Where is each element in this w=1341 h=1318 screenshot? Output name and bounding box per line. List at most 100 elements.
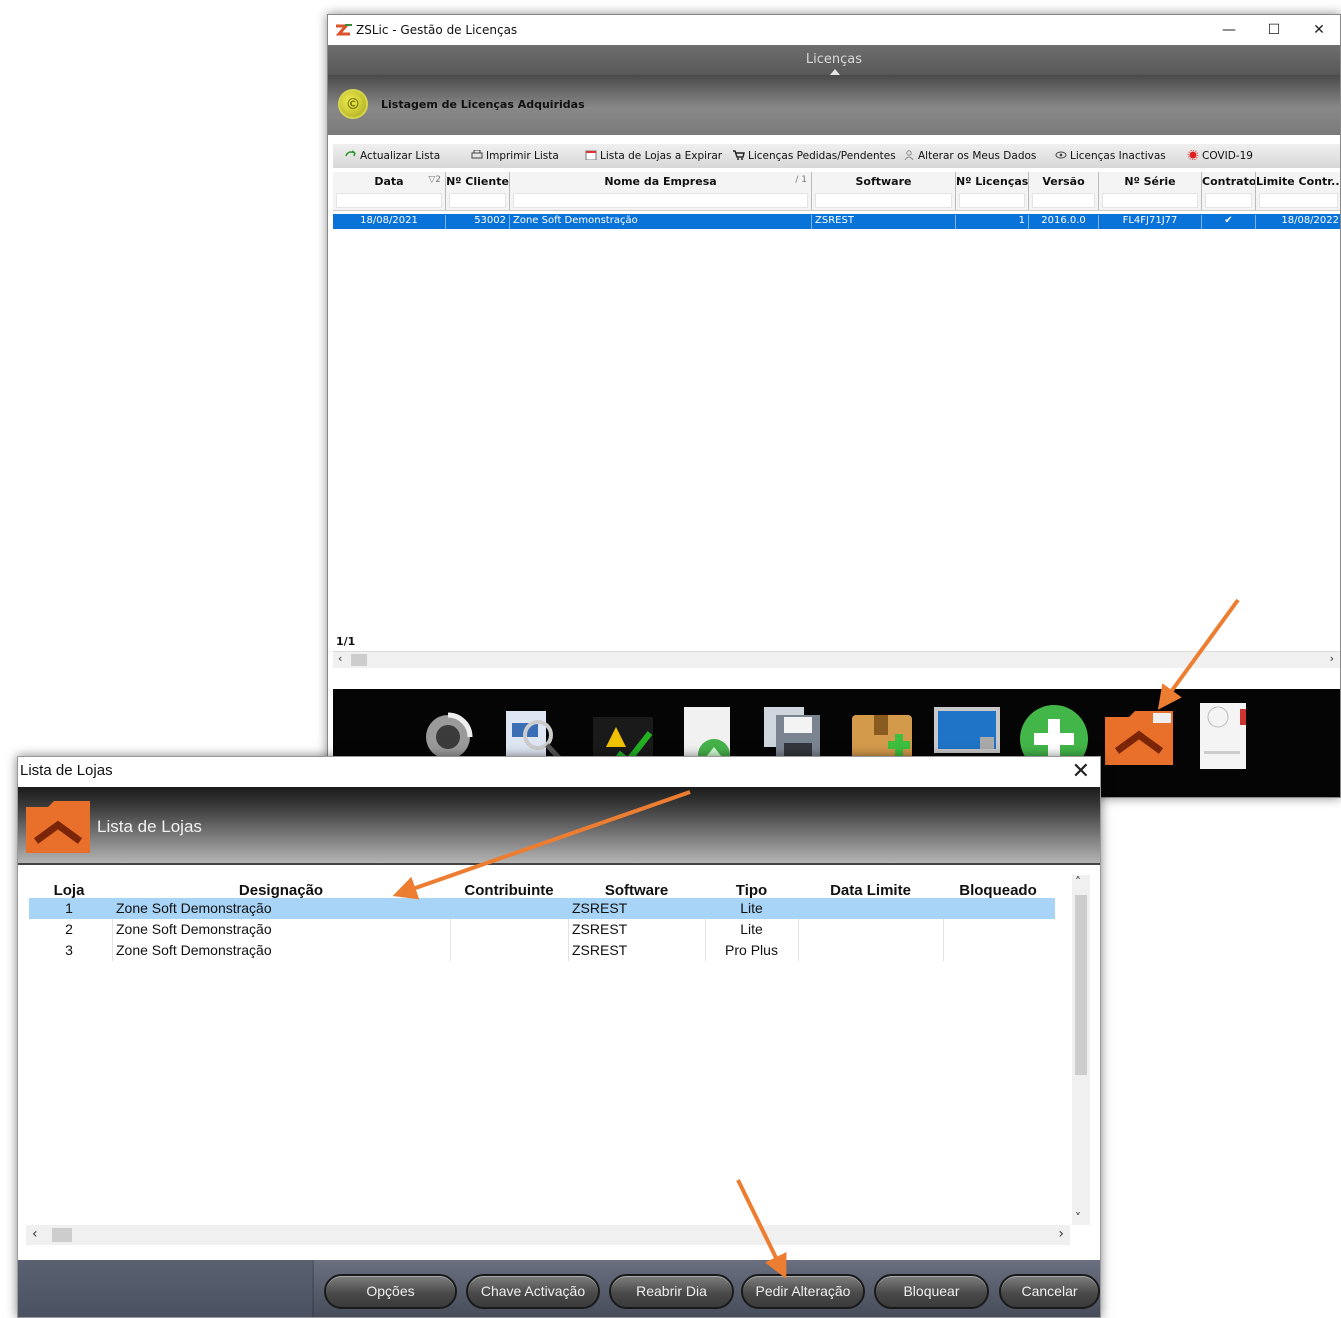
table-row[interactable]: 1 Zone Soft Demonstração ZSREST Lite: [29, 898, 1055, 919]
eye-icon: [1055, 151, 1067, 159]
column-header-tipo[interactable]: Tipo: [705, 882, 798, 899]
grid-header: Data ▽2 Nº Cliente Nome da Empresa/ 1 Sof…: [333, 172, 1340, 211]
cell-serie: FL4FJ71J77: [1099, 215, 1202, 229]
list-horizontal-scrollbar[interactable]: ‹ ›: [26, 1225, 1070, 1245]
add-icon[interactable]: [1018, 703, 1090, 763]
toolbar-label: Licenças Inactivas: [1070, 150, 1166, 162]
filter-field[interactable]: [513, 193, 808, 208]
options-button[interactable]: Opções: [324, 1274, 457, 1309]
filter-field[interactable]: [1259, 193, 1338, 208]
user-icon: [904, 150, 914, 160]
table-row[interactable]: 2 Zone Soft Demonstração ZSREST Lite: [29, 919, 1055, 940]
pending-licenses-button[interactable]: Licenças Pedidas/Pendentes: [733, 150, 896, 162]
print-list-button[interactable]: Imprimir Lista: [471, 150, 559, 162]
printer-icon: [471, 150, 483, 159]
list-vertical-scrollbar[interactable]: ˄ ˅: [1072, 875, 1090, 1225]
monitor-lock-icon[interactable]: [930, 703, 1004, 763]
banner-title: Listagem de Licenças Adquiridas: [381, 98, 585, 111]
block-button[interactable]: Bloquear: [874, 1274, 989, 1309]
refresh-icon[interactable]: [418, 703, 478, 763]
filter-field[interactable]: [1032, 193, 1095, 208]
minimize-button[interactable]: —: [1206, 15, 1252, 45]
tab-licencas[interactable]: Licenças: [328, 52, 1340, 67]
activation-key-button[interactable]: Chave Activação: [466, 1274, 600, 1309]
virus-icon: [1187, 150, 1199, 160]
filter-field[interactable]: [449, 193, 506, 208]
footer-left-pane: [18, 1260, 312, 1317]
column-header-serie[interactable]: Nº Série: [1099, 172, 1202, 210]
filter-field[interactable]: [1205, 193, 1252, 208]
expiring-stores-button[interactable]: Lista de Lojas a Expirar: [585, 150, 722, 162]
cell-software: ZSREST: [572, 921, 628, 937]
scroll-thumb[interactable]: [351, 654, 367, 666]
dialog-close-button[interactable]: ✕: [1072, 758, 1090, 784]
dialog-titlebar: Lista de Lojas ✕: [18, 757, 1100, 787]
cell-software: ZSREST: [572, 900, 628, 916]
cell-designacao: Zone Soft Demonstração: [116, 900, 272, 916]
stores-folder-icon: [26, 801, 90, 853]
page-indicator: 1/1: [336, 635, 356, 648]
licenses-banner: © Listagem de Licenças Adquiridas: [328, 75, 1340, 135]
column-header-loja[interactable]: Loja: [26, 882, 112, 899]
column-header-software[interactable]: Software: [568, 882, 705, 899]
scroll-right-icon[interactable]: ›: [1058, 1226, 1064, 1242]
request-change-button[interactable]: Pedir Alteração: [741, 1274, 865, 1309]
scroll-left-icon[interactable]: ‹: [338, 652, 342, 665]
warning-check-icon[interactable]: [588, 703, 658, 763]
column-header-limite[interactable]: Limite Contr...: [1256, 172, 1340, 210]
refresh-list-button[interactable]: Actualizar Lista: [345, 150, 440, 162]
scroll-left-icon[interactable]: ‹: [32, 1226, 38, 1242]
save-icon[interactable]: [758, 703, 828, 763]
cell-loja: 1: [65, 900, 73, 916]
reopen-day-button[interactable]: Reabrir Dia: [609, 1274, 734, 1309]
maximize-button[interactable]: ☐: [1251, 15, 1297, 45]
table-row[interactable]: 18/08/2021 53002 Zone Soft Demonstração …: [333, 214, 1340, 229]
column-header-empresa[interactable]: Nome da Empresa/ 1: [510, 172, 812, 210]
filter-field[interactable]: [336, 193, 442, 208]
scroll-thumb[interactable]: [52, 1228, 72, 1242]
refresh-icon: [345, 150, 356, 157]
main-window: ZSLic - Gestão de Licenças — ☐ ✕ Licença…: [327, 14, 1341, 798]
scroll-thumb[interactable]: [1075, 895, 1087, 1075]
column-header-contribuinte[interactable]: Contribuinte: [450, 882, 568, 899]
search-document-icon[interactable]: [498, 703, 568, 763]
filter-field[interactable]: [1102, 193, 1198, 208]
cell-tipo: Lite: [740, 900, 763, 916]
toolbar-label: Alterar os Meus Dados: [918, 150, 1037, 162]
inactive-licenses-button[interactable]: Licenças Inactivas: [1055, 150, 1166, 162]
cell-data: 18/08/2021: [333, 215, 446, 229]
scroll-right-icon[interactable]: ›: [1330, 652, 1334, 665]
app-logo-icon: [336, 24, 352, 36]
stores-folder-icon[interactable]: [1103, 709, 1175, 765]
cell-versao: 2016.0.0: [1029, 215, 1099, 229]
column-header-licencas[interactable]: Nº Licenças: [956, 172, 1029, 210]
stores-table: Loja Designação Contribuinte Software Ti…: [26, 877, 1073, 1232]
dialog-banner: Lista de Lojas: [18, 787, 1100, 863]
certificate-icon[interactable]: [1198, 701, 1254, 773]
grid-horizontal-scrollbar[interactable]: ‹ ›: [333, 651, 1340, 668]
column-header-cliente[interactable]: Nº Cliente: [446, 172, 510, 210]
cell-tipo: Pro Plus: [725, 942, 778, 958]
edit-my-data-button[interactable]: Alterar os Meus Dados: [903, 150, 1036, 162]
dialog-title: Lista de Lojas: [20, 762, 113, 779]
filter-field[interactable]: [815, 193, 952, 208]
cell-limite: 18/08/2022: [1281, 215, 1339, 226]
filter-field[interactable]: [959, 193, 1025, 208]
column-header-bloqueado[interactable]: Bloqueado: [943, 882, 1053, 899]
column-header-data[interactable]: Data ▽2: [333, 172, 446, 210]
column-header-contrato[interactable]: Contrato: [1202, 172, 1256, 210]
covid19-button[interactable]: COVID-19: [1187, 150, 1253, 162]
column-header-designacao[interactable]: Designação: [112, 882, 450, 899]
upload-document-icon[interactable]: [678, 703, 738, 763]
column-header-software[interactable]: Software: [812, 172, 956, 210]
cell-loja: 2: [65, 921, 73, 937]
column-header-versao[interactable]: Versão: [1029, 172, 1099, 210]
column-header-data-limite[interactable]: Data Limite: [798, 882, 943, 899]
cancel-button[interactable]: Cancelar: [999, 1274, 1100, 1309]
header-strip: Licenças: [328, 45, 1340, 75]
close-button[interactable]: ✕: [1296, 15, 1340, 45]
scroll-up-icon[interactable]: ˄: [1075, 875, 1081, 889]
package-add-icon[interactable]: [848, 703, 918, 763]
table-row[interactable]: 3 Zone Soft Demonstração ZSREST Pro Plus: [29, 940, 1055, 961]
scroll-down-icon[interactable]: ˅: [1075, 1211, 1081, 1225]
